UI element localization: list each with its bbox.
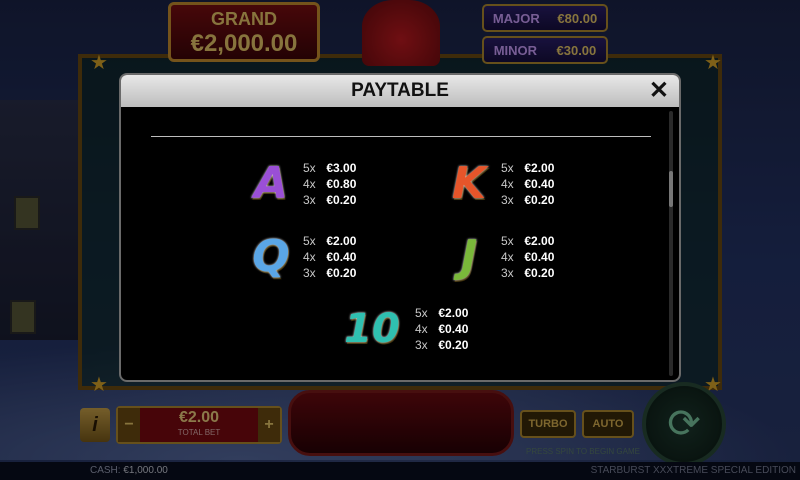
payout-row: 5x €2.00: [415, 305, 468, 321]
payout-count: 3x: [303, 193, 316, 207]
payout-row: 3x €0.20: [303, 192, 356, 208]
payout-row: 3x €0.20: [415, 337, 468, 353]
payout-list: 5x €2.00 4x €0.40 3x €0.20: [415, 305, 468, 353]
payout-amount: €0.20: [524, 193, 555, 207]
payout-count: 4x: [415, 322, 428, 336]
symbol-j-icon: J: [460, 231, 478, 282]
payout-count: 3x: [501, 266, 514, 280]
payout-list: 5x €2.00 4x €0.40 3x €0.20: [501, 160, 554, 208]
payout-count: 4x: [303, 177, 316, 191]
scrollbar-thumb[interactable]: [669, 171, 673, 207]
payout-row: 3x €0.20: [303, 265, 356, 281]
payout-row: 3x €0.20: [501, 265, 554, 281]
payout-list: 5x €3.00 4x €0.80 3x €0.20: [303, 160, 356, 208]
payout-amount: €2.00: [524, 234, 555, 248]
symbol-a-icon: A: [253, 158, 289, 209]
payout-count: 4x: [501, 177, 514, 191]
payout-count: 3x: [415, 338, 428, 352]
payout-amount: €0.20: [326, 266, 357, 280]
payout-amount: €0.40: [524, 250, 555, 264]
symbol-q-icon: Q: [252, 231, 290, 282]
paytable-entry-j: J 5x €2.00 4x €0.40 3x €0.20: [445, 231, 555, 282]
payout-row: 4x €0.40: [501, 249, 554, 265]
payout-row: 5x €2.00: [501, 233, 554, 249]
payout-amount: €2.00: [438, 306, 469, 320]
payout-row: 4x €0.40: [303, 249, 356, 265]
paytable-entry-q: Q 5x €2.00 4x €0.40 3x €0.20: [247, 233, 356, 281]
paytable-entry-a: A 5x €3.00 4x €0.80 3x €0.20: [247, 160, 356, 208]
payout-count: 5x: [303, 234, 316, 248]
payout-list: 5x €2.00 4x €0.40 3x €0.20: [303, 233, 356, 281]
payout-row: 4x €0.40: [415, 321, 468, 337]
paytable-title: PAYTABLE: [351, 80, 449, 101]
payout-amount: €2.00: [524, 161, 555, 175]
divider: [151, 136, 651, 137]
payout-amount: €0.40: [524, 177, 555, 191]
payout-row: 4x €0.80: [303, 176, 356, 192]
payout-count: 5x: [303, 161, 316, 175]
payout-row: 5x €3.00: [303, 160, 356, 176]
payout-amount: €0.20: [326, 193, 357, 207]
close-icon[interactable]: ✕: [649, 77, 669, 105]
paytable-entry-10: 10 5x €2.00 4x €0.40 3x €0.20: [337, 305, 468, 353]
payout-amount: €0.80: [326, 177, 357, 191]
payout-list: 5x €2.00 4x €0.40 3x €0.20: [501, 233, 554, 281]
payout-row: 4x €0.40: [501, 176, 554, 192]
payout-count: 3x: [303, 266, 316, 280]
payout-amount: €0.40: [326, 250, 357, 264]
paytable-modal: PAYTABLE ✕ A 5x €3.00 4x €0.80 3x €0.20 …: [119, 73, 681, 382]
payout-count: 4x: [303, 250, 316, 264]
modal-header: PAYTABLE ✕: [121, 75, 679, 107]
payout-count: 4x: [501, 250, 514, 264]
payout-row: 3x €0.20: [501, 192, 554, 208]
payout-count: 3x: [501, 193, 514, 207]
payout-count: 5x: [501, 234, 514, 248]
symbol-k-icon: K: [451, 158, 487, 209]
payout-amount: €3.00: [326, 161, 357, 175]
payout-amount: €0.40: [438, 322, 469, 336]
payout-row: 5x €2.00: [501, 160, 554, 176]
payout-row: 5x €2.00: [303, 233, 356, 249]
scrollbar[interactable]: [669, 111, 673, 376]
payout-amount: €0.20: [438, 338, 469, 352]
paytable-entry-k: K 5x €2.00 4x €0.40 3x €0.20: [445, 160, 554, 208]
payout-count: 5x: [415, 306, 428, 320]
payout-amount: €0.20: [524, 266, 555, 280]
payout-amount: €2.00: [326, 234, 357, 248]
payout-count: 5x: [501, 161, 514, 175]
symbol-10-icon: 10: [344, 306, 400, 352]
